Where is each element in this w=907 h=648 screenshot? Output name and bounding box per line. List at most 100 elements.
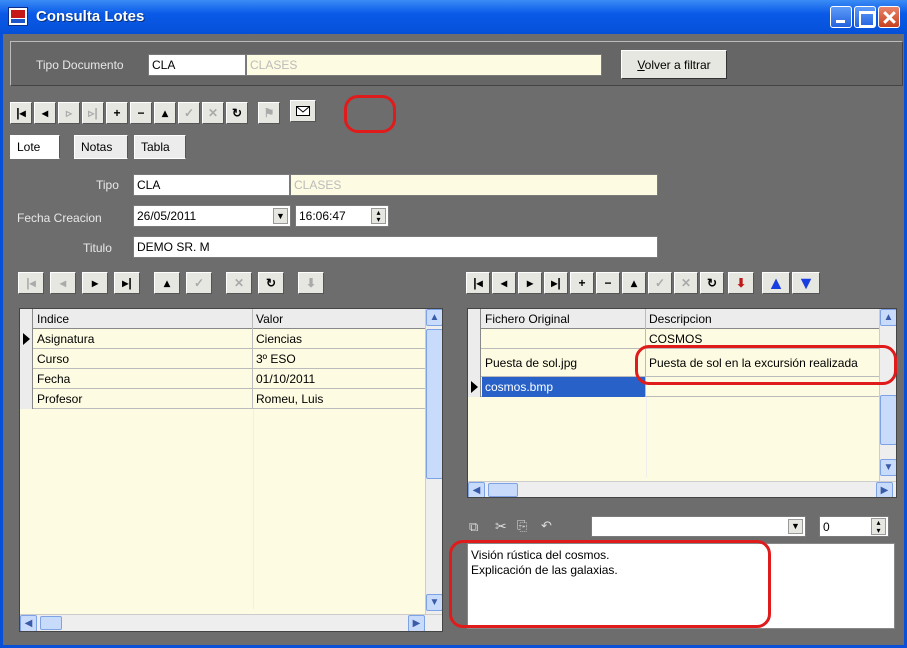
refresh-button[interactable]: ↻ xyxy=(226,102,248,124)
idx-import-icon[interactable]: ⬇ xyxy=(298,272,324,294)
fic-post-button[interactable]: ✓ xyxy=(648,272,672,294)
col-descripcion-header[interactable]: Descripcion xyxy=(646,309,886,329)
fic-edit-button[interactable]: ▴ xyxy=(622,272,646,294)
fic-last-button[interactable]: ▸| xyxy=(544,272,568,294)
idx-last-button[interactable]: ▸| xyxy=(114,272,140,294)
cell-valor[interactable]: Ciencias xyxy=(253,329,433,349)
table-row[interactable]: Fecha 01/10/2011 xyxy=(20,369,433,389)
cell-valor[interactable]: 3º ESO xyxy=(253,349,433,369)
tab-lote[interactable]: Lote xyxy=(10,135,60,159)
ficheros-grid[interactable]: Fichero Original Descripcion COSMOS Pues… xyxy=(467,308,897,498)
fic-cancel-button[interactable]: ✕ xyxy=(674,272,698,294)
scroll-right-button[interactable]: ▶ xyxy=(408,615,425,631)
app-icon xyxy=(8,7,28,26)
time-spinner-icon[interactable]: ▴ ▾ xyxy=(371,208,386,224)
first-record-button[interactable]: |◂ xyxy=(10,102,32,124)
copy-icon[interactable]: ⧉ xyxy=(469,519,478,535)
ficheros-horizontal-scrollbar[interactable]: ◀ ▶ xyxy=(468,481,896,497)
cell-valor[interactable]: Romeu, Luis xyxy=(253,389,433,409)
cell-indice[interactable]: Curso xyxy=(34,349,253,369)
cancel-edit-button[interactable]: ✕ xyxy=(202,102,224,124)
scroll-down-button[interactable]: ▼ xyxy=(880,459,896,476)
font-dropdown-icon[interactable]: ▼ xyxy=(788,519,803,534)
col-valor-header[interactable]: Valor xyxy=(253,309,433,329)
scroll-down-button[interactable]: ▼ xyxy=(426,594,442,611)
scroll-up-button[interactable]: ▲ xyxy=(880,309,896,326)
idx-post-button[interactable]: ✓ xyxy=(186,272,212,294)
cell-indice[interactable]: Asignatura xyxy=(34,329,253,349)
memo-toolbar: ⧉ ✂ ⎘ ↶ ▼ 0 ▴ ▾ xyxy=(467,513,897,541)
scroll-left-button[interactable]: ◀ xyxy=(468,482,485,497)
indices-vertical-scrollbar[interactable]: ▲ ▼ xyxy=(425,309,442,614)
maximize-button[interactable] xyxy=(854,6,876,28)
ficheros-vertical-scrollbar[interactable]: ▲ ▼ xyxy=(879,309,896,481)
scroll-thumb[interactable] xyxy=(880,395,896,445)
tipo-documento-label: Tipo Documento xyxy=(36,58,124,72)
tab-notas[interactable]: Notas xyxy=(74,135,128,159)
mail-button[interactable] xyxy=(290,100,316,122)
font-size-field[interactable]: 0 ▴ ▾ xyxy=(819,516,889,537)
fic-first-button[interactable]: |◂ xyxy=(466,272,490,294)
move-down-icon[interactable]: ▼ xyxy=(792,272,820,294)
ficheros-navigator: |◂ ◂ ▸ ▸| + − ▴ ✓ ✕ ↻ ⬇ ▲ ▼ xyxy=(466,272,896,306)
undo-icon[interactable]: ↶ xyxy=(541,518,552,534)
fic-import-icon[interactable]: ⬇ xyxy=(728,272,754,294)
idx-prior-button[interactable]: ◂ xyxy=(50,272,76,294)
fic-prior-button[interactable]: ◂ xyxy=(492,272,516,294)
post-edit-button[interactable]: ✓ xyxy=(178,102,200,124)
tipo-desc-field: CLASES xyxy=(290,174,658,196)
indices-grid[interactable]: Indice Valor Asignatura Ciencias Curso 3… xyxy=(19,308,443,632)
column-divider xyxy=(646,397,647,477)
fic-insert-button[interactable]: + xyxy=(570,272,594,294)
volver-a-filtrar-button[interactable]: Volver a filtrar xyxy=(621,50,727,79)
table-row[interactable]: Curso 3º ESO xyxy=(20,349,433,369)
date-dropdown-icon[interactable]: ▼ xyxy=(273,208,288,224)
tab-tabla[interactable]: Tabla xyxy=(134,135,186,159)
hora-creacion-field[interactable]: 16:06:47 ▴ ▾ xyxy=(295,205,389,227)
fic-next-button[interactable]: ▸ xyxy=(518,272,542,294)
move-up-icon[interactable]: ▲ xyxy=(762,272,790,294)
users-icon[interactable]: ⚑ xyxy=(258,102,280,124)
close-button[interactable] xyxy=(878,6,900,28)
titulo-field[interactable]: DEMO SR. M xyxy=(133,236,658,258)
cell-indice[interactable]: Profesor xyxy=(34,389,253,409)
fecha-creacion-field[interactable]: 26/05/2011 ▼ xyxy=(133,205,291,227)
prior-record-button[interactable]: ◂ xyxy=(34,102,56,124)
delete-record-button[interactable]: − xyxy=(130,102,152,124)
cell-indice[interactable]: Fecha xyxy=(34,369,253,389)
minimize-button[interactable] xyxy=(830,6,852,28)
last-record-button[interactable]: ▹| xyxy=(82,102,104,124)
scroll-left-button[interactable]: ◀ xyxy=(20,615,37,631)
fic-refresh-button[interactable]: ↻ xyxy=(700,272,724,294)
cell-fichero-selected[interactable]: cosmos.bmp xyxy=(482,377,646,397)
fic-delete-button[interactable]: − xyxy=(596,272,620,294)
tipo-documento-code-field[interactable]: CLA xyxy=(148,54,246,76)
hscroll-thumb[interactable] xyxy=(488,483,518,497)
tipo-code-field[interactable]: CLA xyxy=(133,174,290,196)
cell-fichero[interactable]: Puesta de sol.jpg xyxy=(482,349,646,377)
idx-first-button[interactable]: |◂ xyxy=(18,272,44,294)
scroll-thumb[interactable] xyxy=(426,329,442,479)
cell-valor[interactable]: 01/10/2011 xyxy=(253,369,433,389)
scroll-right-button[interactable]: ▶ xyxy=(876,482,893,497)
col-indice-header[interactable]: Indice xyxy=(34,309,253,329)
col-fichero-header[interactable]: Fichero Original xyxy=(482,309,646,329)
idx-edit-button[interactable]: ▴ xyxy=(154,272,180,294)
paste-icon[interactable]: ⎘ xyxy=(517,518,527,534)
hscroll-thumb[interactable] xyxy=(40,616,62,630)
table-row[interactable]: Asignatura Ciencias xyxy=(20,329,433,349)
idx-refresh-button[interactable]: ↻ xyxy=(258,272,284,294)
edit-record-button[interactable]: ▴ xyxy=(154,102,176,124)
insert-record-button[interactable]: + xyxy=(106,102,128,124)
idx-next-button[interactable]: ▸ xyxy=(82,272,108,294)
cut-icon[interactable]: ✂ xyxy=(495,518,507,535)
next-record-button[interactable]: ▹ xyxy=(58,102,80,124)
indices-horizontal-scrollbar[interactable]: ◀ ▶ xyxy=(20,614,442,631)
table-row[interactable]: Profesor Romeu, Luis xyxy=(20,389,433,409)
font-select[interactable]: ▼ xyxy=(591,516,806,537)
font-size-spinner-icon[interactable]: ▴ ▾ xyxy=(871,518,886,535)
scroll-up-button[interactable]: ▲ xyxy=(426,309,442,326)
cell-fichero[interactable] xyxy=(482,329,646,349)
title-bar[interactable]: Consulta Lotes xyxy=(0,0,907,34)
idx-cancel-button[interactable]: ✕ xyxy=(226,272,252,294)
